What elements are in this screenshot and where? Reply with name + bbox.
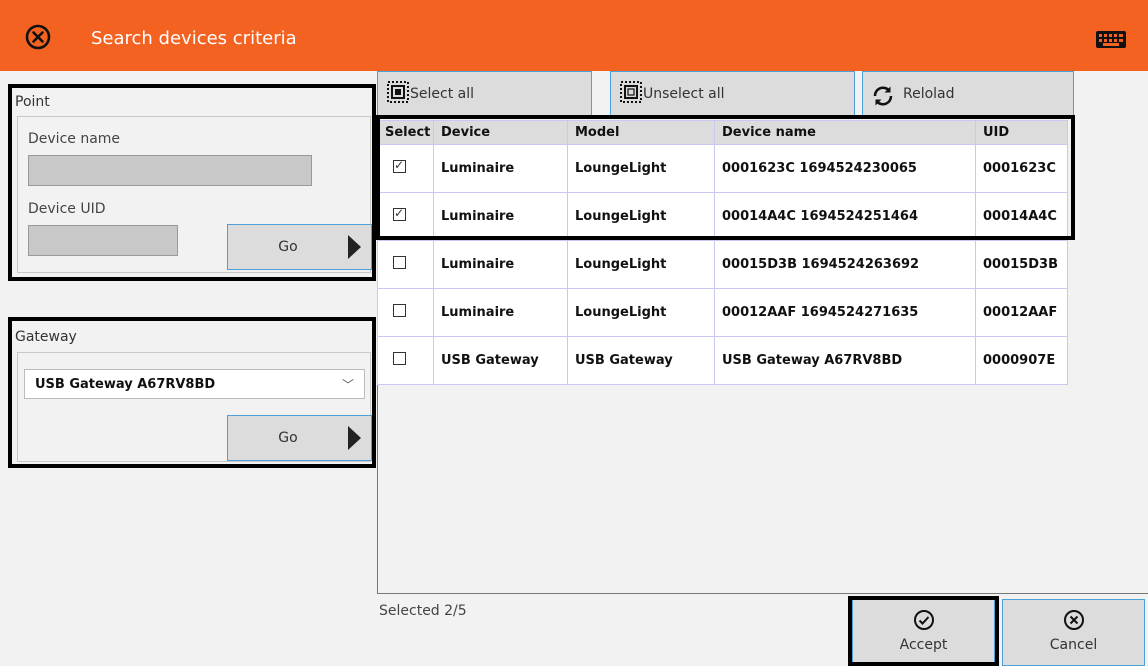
- column-header-device[interactable]: Device: [433, 120, 568, 145]
- table-row[interactable]: Luminaire LoungeLight 00014A4C 169452425…: [377, 192, 1068, 241]
- table-row[interactable]: Luminaire LoungeLight 0001623C 169452423…: [377, 144, 1068, 193]
- column-header-uid[interactable]: UID: [975, 120, 1068, 145]
- row-select-cell[interactable]: [377, 240, 434, 289]
- keyboard-icon[interactable]: [1096, 31, 1126, 48]
- uid-cell: 00015D3B: [975, 240, 1068, 289]
- uid-cell: 0000907E: [975, 336, 1068, 385]
- grid-header-row: Select Device Model Device name UID: [377, 120, 1068, 145]
- device-name-cell: 0001623C 1694524230065: [714, 144, 976, 193]
- cancel-label: Cancel: [1049, 637, 1098, 653]
- unselect-all-icon: [620, 81, 642, 103]
- selection-status: Selected 2/5: [379, 603, 467, 619]
- select-all-icon: [387, 81, 409, 103]
- select-all-label: Select all: [410, 86, 474, 102]
- device-name-label: Device name: [28, 131, 121, 147]
- gateway-panel-body: USB Gateway A67RV8BD ﹀ Go: [17, 352, 372, 462]
- device-name-cell: 00015D3B 1694524263692: [714, 240, 976, 289]
- device-name-cell: 00012AAF 1694524271635: [714, 288, 976, 337]
- column-header-select[interactable]: Select: [377, 120, 434, 145]
- model-cell: LoungeLight: [567, 288, 715, 337]
- row-checkbox[interactable]: [393, 158, 406, 173]
- model-cell: USB Gateway: [567, 336, 715, 385]
- play-arrow-icon: [348, 426, 361, 450]
- model-cell: LoungeLight: [567, 192, 715, 241]
- close-circle-icon: [1063, 610, 1084, 630]
- row-checkbox[interactable]: [393, 304, 406, 317]
- row-select-cell[interactable]: [377, 288, 434, 337]
- point-panel: Point Device name Device UID Go: [8, 84, 376, 281]
- device-uid-label: Device UID: [28, 201, 106, 217]
- row-select-cell[interactable]: [377, 144, 434, 193]
- row-checkbox[interactable]: [393, 256, 406, 269]
- column-header-device-name[interactable]: Device name: [714, 120, 976, 145]
- device-cell: Luminaire: [433, 288, 568, 337]
- go-label: Go: [278, 239, 298, 255]
- gateway-selected-value: USB Gateway A67RV8BD: [35, 377, 216, 392]
- close-icon[interactable]: [25, 24, 51, 50]
- reload-label: Relolad: [903, 86, 955, 102]
- row-select-cell[interactable]: [377, 336, 434, 385]
- select-all-button[interactable]: Select all: [377, 71, 592, 117]
- chevron-down-icon: ﹀: [341, 378, 354, 392]
- device-cell: Luminaire: [433, 240, 568, 289]
- device-grid: Select Device Model Device name UID Lumi…: [377, 120, 1068, 385]
- row-checkbox[interactable]: [393, 352, 406, 365]
- device-cell: USB Gateway: [433, 336, 568, 385]
- model-cell: LoungeLight: [567, 144, 715, 193]
- uid-cell: 00014A4C: [975, 192, 1068, 241]
- gateway-go-button[interactable]: Go: [227, 415, 372, 461]
- gateway-select[interactable]: USB Gateway A67RV8BD ﹀: [24, 369, 365, 399]
- device-cell: Luminaire: [433, 192, 568, 241]
- point-panel-body: Device name Device UID Go: [17, 116, 372, 273]
- table-row[interactable]: Luminaire LoungeLight 00015D3B 169452426…: [377, 240, 1068, 289]
- window-title: Search devices criteria: [91, 28, 297, 49]
- cancel-button[interactable]: Cancel: [1002, 599, 1145, 666]
- point-go-button[interactable]: Go: [227, 224, 372, 270]
- gateway-panel: Gateway USB Gateway A67RV8BD ﹀ Go: [8, 317, 376, 468]
- point-panel-title: Point: [15, 94, 50, 110]
- reload-icon: [873, 86, 893, 106]
- device-name-cell: 00014A4C 1694524251464: [714, 192, 976, 241]
- device-name-input[interactable]: [28, 155, 312, 186]
- play-arrow-icon: [348, 235, 361, 259]
- accept-button[interactable]: Accept: [852, 599, 995, 666]
- gateway-panel-title: Gateway: [15, 329, 77, 345]
- reload-button[interactable]: Relolad: [862, 71, 1074, 117]
- table-row[interactable]: USB Gateway USB Gateway USB Gateway A67R…: [377, 336, 1068, 385]
- unselect-all-label: Unselect all: [643, 86, 725, 102]
- accept-label: Accept: [899, 637, 948, 653]
- title-bar: Search devices criteria: [0, 0, 1148, 71]
- unselect-all-button[interactable]: Unselect all: [610, 71, 855, 117]
- uid-cell: 0001623C: [975, 144, 1068, 193]
- row-checkbox[interactable]: [393, 206, 406, 221]
- device-uid-input[interactable]: [28, 225, 178, 256]
- device-cell: Luminaire: [433, 144, 568, 193]
- model-cell: LoungeLight: [567, 240, 715, 289]
- go-label: Go: [278, 430, 298, 446]
- check-circle-icon: [913, 610, 934, 630]
- device-name-cell: USB Gateway A67RV8BD: [714, 336, 976, 385]
- column-header-model[interactable]: Model: [567, 120, 715, 145]
- table-row[interactable]: Luminaire LoungeLight 00012AAF 169452427…: [377, 288, 1068, 337]
- row-select-cell[interactable]: [377, 192, 434, 241]
- uid-cell: 00012AAF: [975, 288, 1068, 337]
